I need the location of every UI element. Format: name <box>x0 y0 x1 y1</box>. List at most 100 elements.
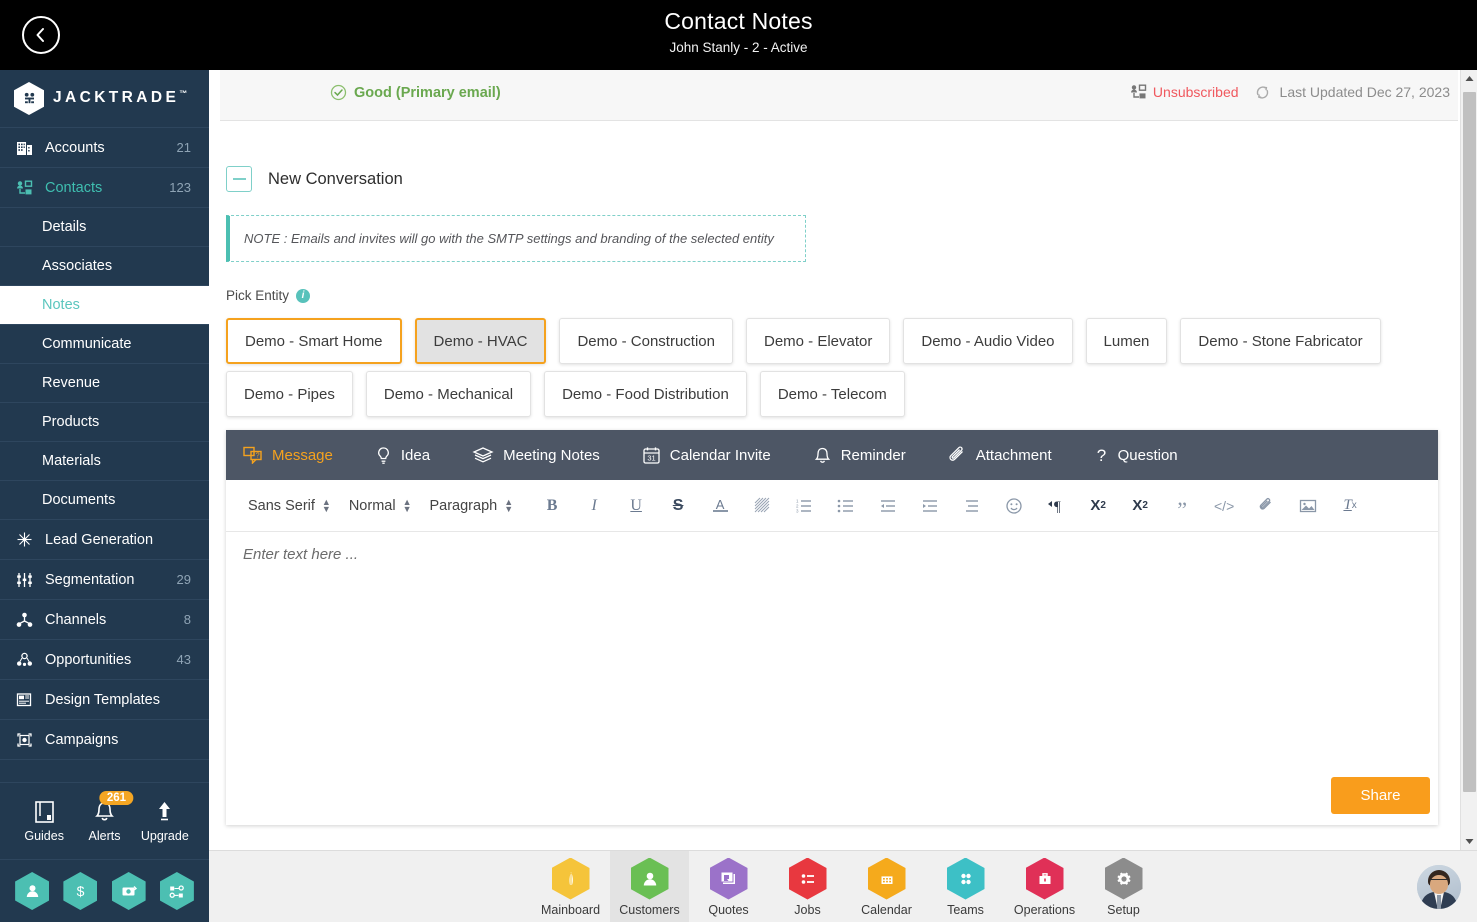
share-button[interactable]: Share <box>1331 777 1430 814</box>
sidebar-item-notes[interactable]: Notes <box>0 286 209 325</box>
tab-question[interactable]: ? Question <box>1094 446 1177 465</box>
sidebar-item-associates[interactable]: Associates <box>0 247 209 286</box>
person-hex-icon[interactable] <box>15 872 50 910</box>
subscript-icon[interactable]: X2 <box>1077 491 1119 521</box>
entity-chip-demo-pipes[interactable]: Demo - Pipes <box>226 371 353 417</box>
bottom-nav-jobs[interactable]: Jobs <box>768 851 847 922</box>
sidebar-item-products[interactable]: Products <box>0 403 209 442</box>
link-icon[interactable] <box>1245 491 1287 521</box>
entity-chip-demo-elevator[interactable]: Demo - Elevator <box>746 318 891 364</box>
sidebar-item-details[interactable]: Details <box>0 208 209 247</box>
emoji-icon[interactable] <box>993 491 1035 521</box>
note-text-area[interactable]: Enter text here ... Share <box>226 532 1438 825</box>
sidebar-item-opportunities[interactable]: Opportunities 43 <box>0 640 209 680</box>
sidebar-item-accounts[interactable]: Accounts 21 <box>0 128 209 168</box>
tab-calendar-invite[interactable]: 31 Calendar Invite <box>642 446 771 465</box>
sidebar-item-design-templates[interactable]: Design Templates <box>0 680 209 720</box>
avatar-tie <box>1437 895 1441 909</box>
guides-button[interactable]: Guides <box>14 800 74 843</box>
bottom-nav-label: Quotes <box>708 902 749 917</box>
bottom-nav-quotes[interactable]: Quotes <box>689 851 768 922</box>
italic-icon[interactable]: I <box>573 491 615 521</box>
brand-logo[interactable]: JACKTRADE™ <box>0 70 209 128</box>
sidebar-item-communicate[interactable]: Communicate <box>0 325 209 364</box>
scrollbar-thumb[interactable] <box>1463 92 1476 792</box>
entity-chip-label: Demo - Audio Video <box>921 332 1055 350</box>
entity-chip-demo-food-distribution[interactable]: Demo - Food Distribution <box>544 371 747 417</box>
ordered-list-icon[interactable]: 123 <box>783 491 825 521</box>
paperclip-icon <box>948 445 967 465</box>
strikethrough-icon[interactable]: S <box>657 491 699 521</box>
sidebar-item-materials[interactable]: Materials <box>0 442 209 481</box>
scroll-up-arrow-icon[interactable] <box>1461 70 1477 87</box>
dollar-hex-icon[interactable]: $ <box>63 872 98 910</box>
alerts-button[interactable]: 261 Alerts <box>74 790 134 843</box>
highlight-color-icon[interactable] <box>741 491 783 521</box>
bottom-nav-mainboard[interactable]: Mainboard <box>531 851 610 922</box>
entity-chip-lumen[interactable]: Lumen <box>1085 318 1168 364</box>
jacktrade-hex-icon <box>14 82 44 115</box>
vertical-scrollbar[interactable] <box>1460 70 1477 850</box>
font-family-value: Sans Serif <box>248 497 315 514</box>
text-color-icon[interactable]: A <box>699 491 741 521</box>
image-icon[interactable] <box>1287 491 1329 521</box>
entity-chip-demo-stone-fabricator[interactable]: Demo - Stone Fabricator <box>1180 318 1381 364</box>
person-icon <box>630 857 669 900</box>
workflow-hex-icon[interactable] <box>159 872 194 910</box>
money-transfer-hex-icon[interactable] <box>111 872 146 910</box>
entity-chip-demo-hvac[interactable]: Demo - HVAC <box>414 318 547 364</box>
bottom-nav-customers[interactable]: Customers <box>610 851 689 922</box>
sidebar-item-revenue[interactable]: Revenue <box>0 364 209 403</box>
quote-card-icon <box>709 857 748 900</box>
tab-idea[interactable]: Idea <box>375 446 430 465</box>
bottom-nav-label: Mainboard <box>540 902 601 917</box>
scroll-down-arrow-icon[interactable] <box>1461 833 1477 850</box>
block-style-select[interactable]: Paragraph ▲ ▼ <box>429 497 513 514</box>
bullet-list-icon[interactable] <box>825 491 867 521</box>
entity-chip-demo-construction[interactable]: Demo - Construction <box>559 318 733 364</box>
tab-attachment[interactable]: Attachment <box>948 445 1052 465</box>
bottom-nav-setup[interactable]: Setup <box>1084 851 1163 922</box>
bottom-nav-teams[interactable]: Teams <box>926 851 1005 922</box>
sidebar-item-channels[interactable]: Channels 8 <box>0 600 209 640</box>
outdent-icon[interactable] <box>867 491 909 521</box>
tab-reminder[interactable]: Reminder <box>813 446 906 465</box>
entity-chip-demo-smart-home[interactable]: Demo - Smart Home <box>226 318 402 364</box>
upgrade-button[interactable]: Upgrade <box>135 800 195 843</box>
main-content: Good (Primary email) Unsubscribed Last U… <box>209 70 1477 850</box>
contacts-icon <box>1130 84 1147 99</box>
user-avatar[interactable] <box>1417 865 1461 909</box>
info-icon[interactable]: i <box>296 288 311 303</box>
underline-icon[interactable]: U <box>615 491 657 521</box>
unsubscribed-badge[interactable]: Unsubscribed <box>1130 84 1239 100</box>
sidebar-item-lead-generation[interactable]: Lead Generation <box>0 520 209 560</box>
text-direction-icon[interactable]: ¶ <box>1035 491 1077 521</box>
entity-chip-demo-telecom[interactable]: Demo - Telecom <box>759 371 905 417</box>
tab-meeting-notes[interactable]: Meeting Notes <box>472 446 600 464</box>
collapse-toggle-button[interactable] <box>226 166 252 192</box>
indent-icon[interactable] <box>909 491 951 521</box>
bold-icon[interactable]: B <box>531 491 573 521</box>
bottom-nav-calendar[interactable]: Calendar <box>847 851 926 922</box>
entity-chip-label: Demo - Stone Fabricator <box>1198 332 1363 350</box>
segmentation-icon <box>13 571 35 589</box>
sidebar-item-campaigns[interactable]: Campaigns <box>0 720 209 760</box>
clear-format-icon[interactable]: Tx <box>1329 491 1371 521</box>
entity-chip-demo-mechanical[interactable]: Demo - Mechanical <box>365 371 532 417</box>
blockquote-icon[interactable]: ” <box>1161 491 1203 521</box>
font-size-select[interactable]: Normal ▲ ▼ <box>348 497 412 514</box>
sidebar-item-segmentation[interactable]: Segmentation 29 <box>0 560 209 600</box>
bottom-nav-operations[interactable]: Operations <box>1005 851 1084 922</box>
superscript-icon[interactable]: X2 <box>1119 491 1161 521</box>
code-icon[interactable]: </> <box>1203 491 1245 521</box>
sidebar: JACKTRADE™ Accounts 21 Contacts 123 Deta… <box>0 70 209 922</box>
brand-name: JACKTRADE™ <box>53 89 188 107</box>
entity-chip-demo-audio-video[interactable]: Demo - Audio Video <box>903 318 1073 364</box>
align-icon[interactable] <box>951 491 993 521</box>
sidebar-item-contacts[interactable]: Contacts 123 <box>0 168 209 208</box>
tab-message[interactable]: ? Message <box>243 446 333 464</box>
font-family-select[interactable]: Sans Serif ▲ ▼ <box>248 497 331 514</box>
font-size-value: Normal <box>348 497 396 514</box>
sidebar-item-documents[interactable]: Documents <box>0 481 209 520</box>
svg-text:31: 31 <box>647 453 655 462</box>
